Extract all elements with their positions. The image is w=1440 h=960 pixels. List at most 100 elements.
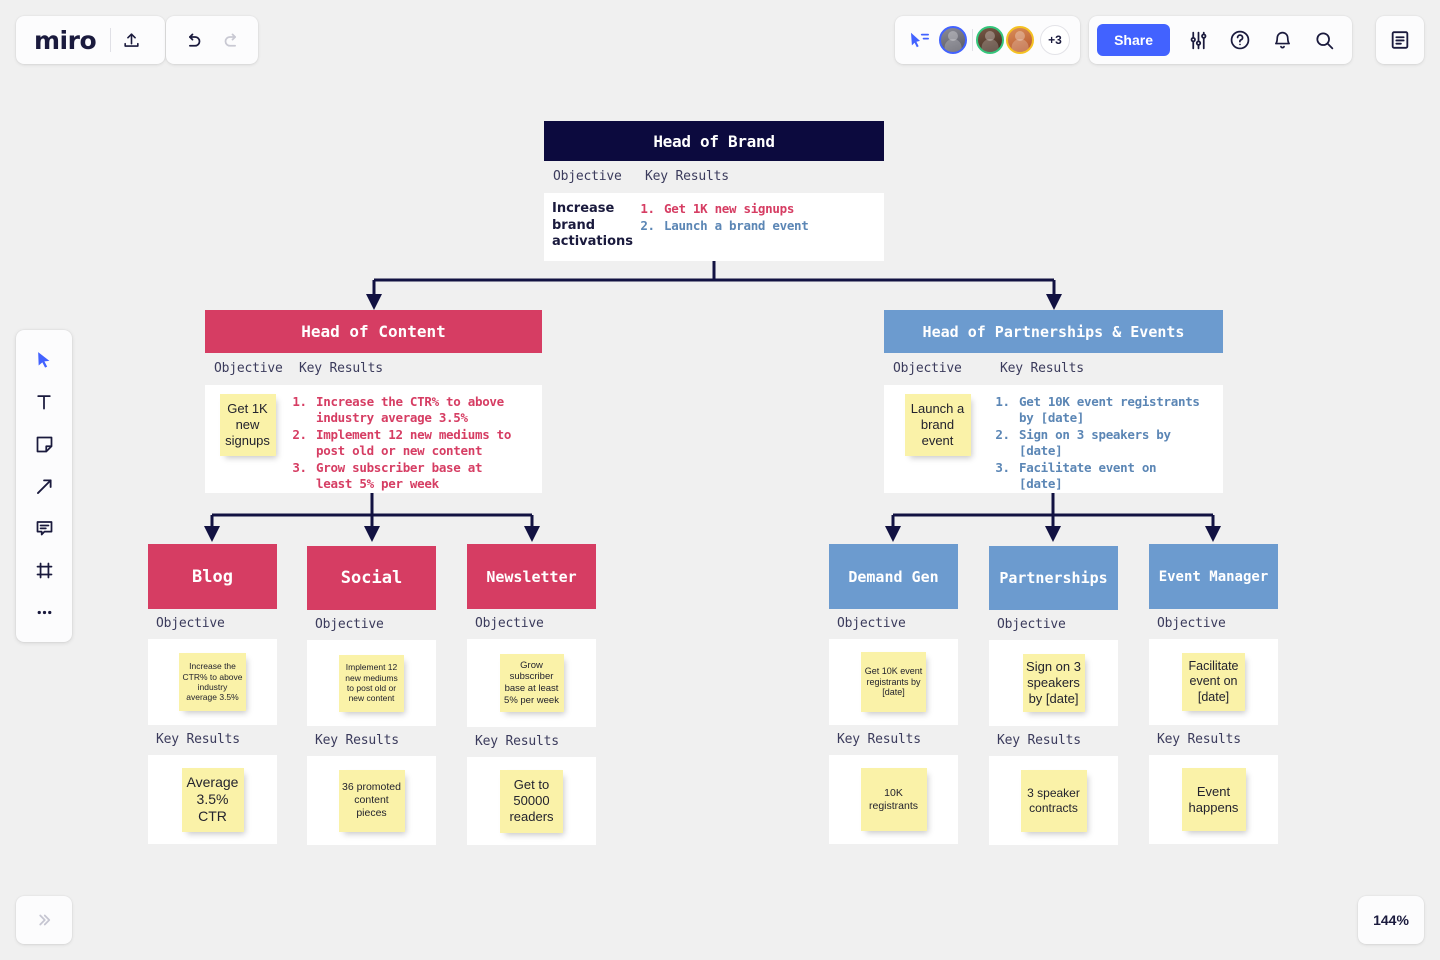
card-head-of-brand[interactable]: Head of Brand Objective Key Results Incr… [544, 121, 884, 261]
share-button[interactable]: Share [1097, 24, 1170, 56]
expand-panel-button[interactable] [16, 896, 72, 944]
objective-body: Facilitate event on [date] [1149, 639, 1278, 725]
sticky-note-key-result[interactable]: Get to 50000 readers [500, 769, 563, 833]
text-tool[interactable] [24, 382, 64, 422]
card-title-newsletter: Newsletter [467, 544, 596, 609]
help-icon [1230, 30, 1250, 50]
logo-group: miro [16, 16, 166, 64]
text-icon [37, 395, 51, 410]
sticky-note-objective[interactable]: Increase the CTR% to above industry aver… [179, 653, 246, 711]
search-button[interactable] [1304, 20, 1344, 60]
column-header-key-results: Key Results [1000, 361, 1084, 376]
select-tool[interactable] [24, 340, 64, 380]
comment-tool[interactable] [24, 508, 64, 548]
frame-tool[interactable] [24, 550, 64, 590]
card-partnerships[interactable]: Partnerships Objective Sign on 3 speaker… [989, 546, 1118, 845]
avatar[interactable] [1006, 26, 1034, 54]
objective-label: Objective [989, 610, 1118, 640]
card-body: Launch a brand event Get 10K event regis… [884, 385, 1223, 493]
arrow-icon [36, 478, 52, 494]
column-header-objective: Objective [553, 169, 622, 184]
key-results-body: Event happens [1149, 755, 1278, 844]
miro-logo[interactable]: miro [34, 28, 110, 53]
bell-icon [1274, 31, 1290, 48]
upload-button[interactable] [111, 20, 151, 60]
zoom-level-button[interactable]: 144% [1358, 896, 1424, 944]
cursor-share-button[interactable] [903, 31, 937, 49]
sticky-note-key-result[interactable]: 10K registrants [860, 768, 927, 831]
card-social[interactable]: Social Objective Implement 12 new medium… [307, 546, 436, 845]
sticky-note-key-result[interactable]: Event happens [1181, 768, 1246, 831]
sticky-note-key-result[interactable]: 36 promoted content pieces [338, 769, 405, 832]
document-panel-button[interactable] [1380, 20, 1420, 60]
key-results-body: 3 speaker contracts [989, 756, 1118, 845]
sticky-note-objective[interactable]: Grow subscriber base at least 5% per wee… [499, 654, 564, 712]
objective-label: Objective [307, 610, 436, 640]
card-blog[interactable]: Blog Objective Increase the CTR% to abov… [148, 544, 277, 844]
key-results-label: Key Results [989, 726, 1118, 756]
sticky-note-objective[interactable]: Facilitate event on [date] [1182, 653, 1245, 711]
column-header-row: Objective Key Results [544, 161, 884, 193]
card-demand-gen[interactable]: Demand Gen Objective Get 10K event regis… [829, 544, 958, 844]
sticky-note-tool[interactable] [24, 424, 64, 464]
undo-button[interactable] [172, 20, 212, 60]
frame-icon [36, 562, 52, 578]
key-results-label: Key Results [307, 726, 436, 756]
branch-key-results-list: Get 10K event registrants by [date] Sign… [991, 394, 1213, 492]
objective-body: Sign on 3 speakers by [date] [989, 640, 1118, 726]
sticky-note-key-result[interactable]: Average 3.5% CTR [181, 767, 244, 832]
objective-body: Implement 12 new mediums to post old or … [307, 640, 436, 726]
key-result-item: Sign on 3 speakers by [date] [1017, 427, 1203, 459]
key-result-item: Get 1K new signups [662, 201, 866, 217]
column-header-objective: Objective [893, 361, 962, 376]
objective-body: Grow subscriber base at least 5% per wee… [467, 639, 596, 727]
column-header-row: Objective Key Results [884, 353, 1223, 385]
avatar[interactable] [939, 26, 967, 54]
redo-icon [224, 33, 236, 47]
key-result-item: Implement 12 new mediums to post old or … [314, 427, 522, 459]
card-head-of-partnerships-events[interactable]: Head of Partnerships & Events Objective … [884, 310, 1223, 493]
sticky-note-objective[interactable]: Sign on 3 speakers by [date] [1022, 654, 1085, 712]
help-button[interactable] [1220, 20, 1260, 60]
cursor-icon [38, 352, 50, 368]
sticky-note-objective[interactable]: Implement 12 new mediums to post old or … [339, 654, 404, 712]
more-horizontal-icon [37, 610, 51, 614]
card-event-manager[interactable]: Event Manager Objective Facilitate event… [1149, 544, 1278, 844]
collaborators-group: +3 [895, 16, 1080, 64]
divider [972, 29, 973, 51]
left-toolbar [16, 330, 72, 642]
avatar[interactable] [976, 26, 1004, 54]
sticky-note-objective[interactable]: Get 10K event registrants by [date] [861, 652, 926, 712]
objective-label: Objective [829, 609, 958, 639]
key-results-body: 36 promoted content pieces [307, 756, 436, 845]
actions-group: Share [1089, 16, 1352, 64]
sticky-note-icon [36, 436, 52, 452]
card-newsletter[interactable]: Newsletter Objective Grow subscriber bas… [467, 544, 596, 845]
root-key-results-list: Get 1K new signups Launch a brand event [636, 201, 876, 234]
key-results-label: Key Results [1149, 725, 1278, 755]
card-title-demand-gen: Demand Gen [829, 544, 958, 609]
card-title-head-of-partnerships-events: Head of Partnerships & Events [884, 310, 1223, 353]
top-toolbar: miro +3 Share [0, 0, 1440, 80]
card-title-social: Social [307, 546, 436, 610]
connector-tool[interactable] [24, 466, 64, 506]
sticky-note-key-result[interactable]: 3 speaker contracts [1020, 769, 1087, 832]
card-head-of-content[interactable]: Head of Content Objective Key Results Ge… [205, 310, 542, 493]
objective-label: Objective [467, 609, 596, 639]
notifications-button[interactable] [1262, 20, 1302, 60]
sticky-note-objective[interactable]: Get 1K new signups [219, 394, 276, 456]
card-body: Get 1K new signups Increase the CTR% to … [205, 385, 542, 493]
key-result-item: Launch a brand event [662, 218, 866, 234]
search-icon [1315, 31, 1333, 49]
card-title-event-manager: Event Manager [1149, 544, 1278, 609]
more-tools-button[interactable] [24, 592, 64, 632]
board-settings-button[interactable] [1178, 20, 1218, 60]
branch-key-results-list: Increase the CTR% to above industry aver… [290, 394, 532, 492]
column-header-key-results: Key Results [299, 361, 383, 376]
redo-button[interactable] [212, 20, 252, 60]
sliders-icon [1190, 31, 1206, 49]
cursor-share-icon [911, 32, 929, 48]
avatar-overflow-count[interactable]: +3 [1040, 25, 1070, 55]
board-canvas[interactable]: Head of Brand Objective Key Results Incr… [0, 0, 1440, 960]
sticky-note-objective[interactable]: Launch a brand event [904, 394, 971, 456]
